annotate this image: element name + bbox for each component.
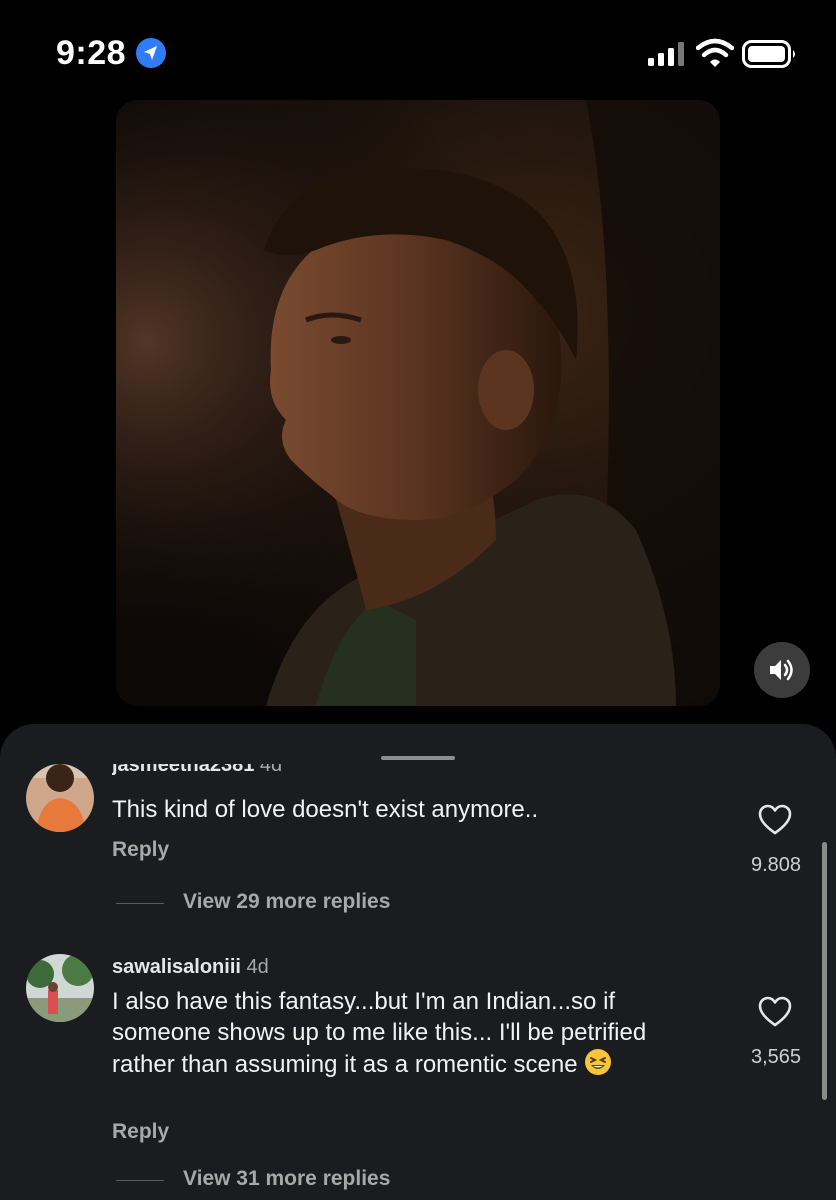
comment-text: I also have this fantasy...but I'm an In…	[112, 986, 692, 1084]
like-count: 9.808	[750, 854, 802, 876]
sheet-drag-handle[interactable]	[381, 756, 455, 760]
speaker-on-icon	[770, 659, 793, 681]
comment-text: This kind of love doesn't exist anymore.…	[112, 796, 539, 823]
like-count: 3,565	[750, 1046, 802, 1068]
status-bar: 9:28	[0, 0, 836, 100]
avatar[interactable]	[26, 764, 94, 832]
comment-username[interactable]: jasmeetha2381 4d	[112, 764, 282, 778]
avatar[interactable]	[26, 954, 94, 1022]
divider-line	[116, 1180, 164, 1181]
heart-icon[interactable]	[758, 804, 792, 836]
signal-icon	[648, 42, 684, 66]
comment-username[interactable]: sawalisaloniii 4d	[112, 956, 269, 979]
volume-button[interactable]	[754, 642, 810, 698]
battery-icon	[742, 40, 795, 68]
grinning-squinting-face-icon	[584, 1048, 612, 1084]
reply-button[interactable]: Reply	[112, 838, 169, 862]
comments-sheet[interactable]: jasmeetha2381 4d This kind of love doesn…	[0, 724, 836, 1200]
status-time: 9:28	[56, 34, 127, 72]
video-still-portrait	[116, 100, 720, 706]
location-arrow-icon	[136, 38, 166, 68]
video-player[interactable]	[116, 100, 720, 706]
heart-icon[interactable]	[758, 996, 792, 1028]
wifi-icon	[696, 38, 734, 67]
divider-line	[116, 903, 164, 904]
reply-button[interactable]: Reply	[112, 1120, 169, 1144]
